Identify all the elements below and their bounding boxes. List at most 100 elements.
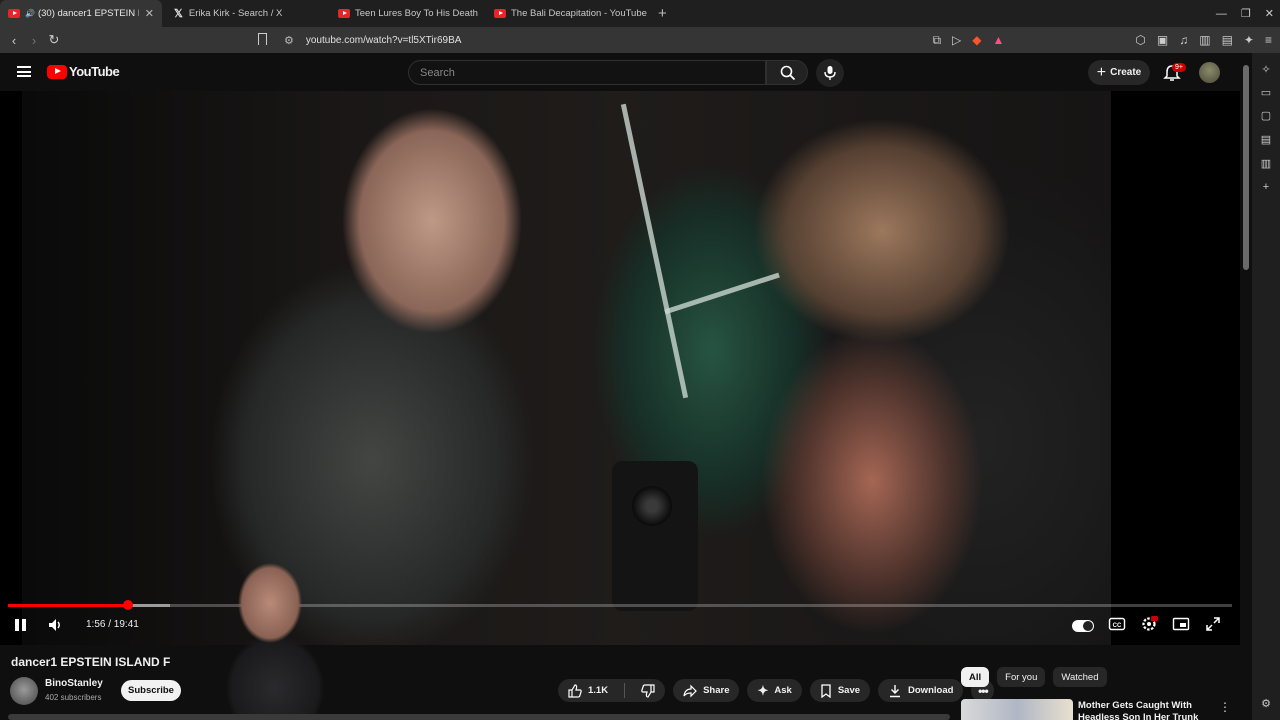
send-icon[interactable]: ▷: [952, 33, 961, 47]
ask-button[interactable]: ✦ Ask: [747, 679, 802, 702]
tab-youtube-current[interactable]: 🔊 (30) dancer1 EPSTEIN ISL... ✕: [0, 0, 162, 27]
sparkle-icon: ✦: [757, 682, 769, 698]
autoplay-toggle[interactable]: [1072, 619, 1094, 632]
search-button[interactable]: [766, 60, 808, 85]
window-frame-decor: [664, 272, 780, 315]
channel-name[interactable]: BinoStanley: [45, 678, 103, 689]
dislike-button[interactable]: [631, 679, 665, 702]
bookmark-icon[interactable]: [258, 33, 267, 45]
video-player[interactable]: 1:56 / 19:41 CC: [0, 91, 1240, 645]
browser-toolbar-icons: ⧉ ▷ ◆ ▲ ⬡ ▣ ♫ ▥ ▤ ✦ ≡: [932, 27, 1272, 53]
subscriber-count: 402 subscribers: [45, 693, 102, 702]
time-display: 1:56 / 19:41: [86, 619, 139, 630]
search-box[interactable]: [408, 60, 766, 85]
extensions-icon[interactable]: ⬡: [1135, 33, 1145, 47]
video-frame[interactable]: [22, 91, 1111, 645]
wallet-sidebar-icon[interactable]: ▢: [1259, 109, 1273, 123]
address-bar: ‹ › ↻ ⚙ youtube.com/watch?v=tl5XTir69BA …: [0, 27, 1280, 53]
video-actions: 1.1K Share ✦ Ask Save Download •••: [558, 679, 995, 702]
chip-for-you[interactable]: For you: [997, 667, 1046, 687]
recommendation-chips: All For you Watched: [961, 667, 1107, 687]
fullscreen-icon[interactable]: [1204, 615, 1222, 633]
reading-list-icon[interactable]: ▭: [1259, 86, 1273, 100]
leo-ai-icon[interactable]: ✧: [1259, 63, 1273, 77]
add-sidebar-item-icon[interactable]: +: [1259, 181, 1273, 195]
scrubber-handle[interactable]: [122, 600, 133, 610]
open-external-icon[interactable]: ⧉: [932, 33, 941, 48]
progress-bar[interactable]: [8, 604, 1232, 607]
wallet2-icon[interactable]: ▤: [1222, 33, 1233, 47]
tab-bali-decapitation[interactable]: The Bali Decapitation - YouTube: [486, 0, 648, 27]
recommendation-menu-icon[interactable]: ⋮: [1219, 700, 1231, 714]
scrollbar-thumb[interactable]: [1243, 65, 1249, 270]
create-button[interactable]: + Create: [1088, 60, 1150, 85]
window-frame-decor: [620, 103, 689, 399]
video-title: dancer1 EPSTEIN ISLAND F: [11, 655, 171, 669]
reload-icon[interactable]: ↻: [44, 32, 64, 48]
sidebar-settings-icon[interactable]: ⚙: [1259, 697, 1273, 711]
recommendation-title[interactable]: Mother Gets Caught With Headless Son In …: [1078, 700, 1203, 720]
thumbs-up-icon: [568, 683, 582, 698]
save-button[interactable]: Save: [809, 679, 871, 702]
back-icon[interactable]: ‹: [4, 33, 24, 48]
chip-watched[interactable]: Watched: [1053, 667, 1107, 687]
youtube-icon: [494, 9, 506, 18]
minimize-icon[interactable]: —: [1216, 8, 1227, 20]
sidebar-toggle-icon[interactable]: ▥: [1199, 33, 1210, 47]
brave-shield-icon[interactable]: ◆: [972, 33, 981, 47]
channel-avatar[interactable]: [10, 677, 38, 705]
new-tab-button[interactable]: +: [658, 5, 667, 22]
wallet-icon[interactable]: ▣: [1157, 33, 1168, 47]
horizontal-scrollbar[interactable]: [8, 714, 950, 720]
x-icon: 𝕏: [174, 8, 183, 20]
svg-text:CC: CC: [1113, 623, 1122, 629]
media-icon[interactable]: ♫: [1179, 33, 1188, 47]
close-tab-icon[interactable]: ✕: [145, 7, 154, 20]
site-settings-icon[interactable]: ⚙: [284, 34, 294, 47]
notification-count-badge: 9+: [1172, 63, 1186, 72]
microphone-icon: [824, 66, 836, 80]
tab-teen-lures[interactable]: Teen Lures Boy To His Death, Th: [324, 0, 486, 27]
rewards-icon[interactable]: ▲: [993, 33, 1005, 47]
page-scrollbar[interactable]: [1241, 53, 1252, 720]
captions-icon[interactable]: CC: [1108, 615, 1126, 633]
thumbs-down-icon: [641, 683, 655, 698]
pause-icon[interactable]: [14, 618, 28, 632]
bookmarks-sidebar-icon[interactable]: ▤: [1259, 133, 1273, 147]
speaker-icon: 🔊: [25, 9, 35, 18]
chip-all[interactable]: All: [961, 667, 990, 687]
search-input[interactable]: [409, 61, 765, 84]
account-avatar[interactable]: [1199, 62, 1220, 83]
download-button[interactable]: Download: [878, 679, 964, 702]
tab-x-search[interactable]: 𝕏 Erika Kirk - Search / X: [162, 0, 324, 27]
progress-played: [8, 604, 128, 607]
window-controls: — ❐ ✕: [1216, 0, 1274, 27]
browser-sidebar: ✧ ▭ ▢ ▤ ▥ + ⚙: [1252, 53, 1280, 720]
voice-search-button[interactable]: [816, 59, 844, 87]
forward-icon[interactable]: ›: [24, 33, 44, 48]
menu-icon[interactable]: ≡: [1265, 33, 1272, 47]
like-button[interactable]: 1.1K: [558, 679, 618, 702]
search-icon: [780, 65, 796, 81]
history-sidebar-icon[interactable]: ▥: [1259, 157, 1273, 171]
browser-tab-bar: 🔊 (30) dancer1 EPSTEIN ISL... ✕ 𝕏 Erika …: [0, 0, 1280, 27]
volume-icon[interactable]: [47, 617, 63, 633]
close-window-icon[interactable]: ✕: [1265, 7, 1274, 20]
miniplayer-icon[interactable]: [1172, 615, 1190, 633]
subscribe-button[interactable]: Subscribe: [121, 680, 181, 701]
streamer-facecam: [210, 548, 340, 720]
recommendation-thumbnail[interactable]: [961, 699, 1073, 720]
share-icon: [683, 684, 697, 697]
hamburger-menu-icon[interactable]: [17, 66, 31, 77]
share-button[interactable]: Share: [673, 679, 740, 702]
url-field[interactable]: ⚙ youtube.com/watch?v=tl5XTir69BA: [284, 30, 1034, 50]
youtube-header: YouTube + Create: [0, 53, 1240, 91]
leo-icon[interactable]: ✦: [1244, 33, 1254, 47]
bookmark-save-icon: [821, 683, 831, 698]
youtube-icon: [8, 9, 20, 18]
youtube-icon: [338, 9, 350, 18]
youtube-logo-icon: [47, 64, 67, 79]
settings-gear-icon[interactable]: [1140, 615, 1158, 633]
youtube-logo[interactable]: YouTube: [47, 64, 120, 79]
maximize-icon[interactable]: ❐: [1241, 7, 1251, 20]
